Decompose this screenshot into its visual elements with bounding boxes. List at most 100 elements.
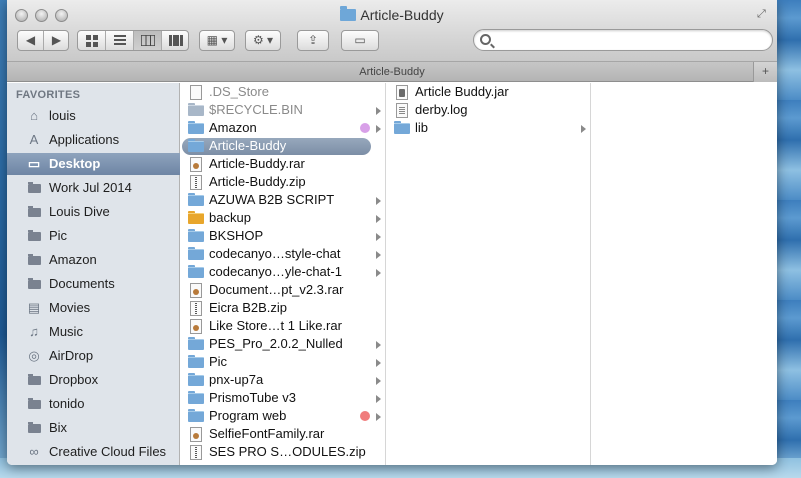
file-row[interactable]: PES_Pro_2.0.2_Nulled [181, 335, 386, 353]
folder-icon [188, 265, 204, 278]
add-tab-button[interactable]: + [753, 62, 777, 82]
disclosure-arrow-icon [376, 251, 381, 259]
sidebar-item[interactable]: ⌂ louis [7, 105, 180, 127]
folder-shape [28, 206, 41, 217]
file-row[interactable]: Eicra B2B.zip [181, 299, 386, 317]
arrange-button[interactable]: ▦ ▾ [199, 30, 235, 51]
columns-icon [139, 34, 156, 47]
sidebar-item[interactable]: ▤ Movies [7, 297, 180, 319]
file-row[interactable]: Pic [181, 353, 386, 371]
file-row[interactable]: PrismoTube v3 [181, 389, 386, 407]
forward-button[interactable]: ▶ [44, 31, 69, 50]
fullscreen-icon[interactable]: ⤢ [757, 8, 769, 20]
file-name: Eicra B2B.zip [209, 300, 288, 315]
sidebar-item-label: Work Jul 2014 [49, 180, 132, 195]
sidebar-item-label: Desktop [49, 156, 101, 171]
file-row[interactable]: lib [387, 119, 591, 137]
sidebar-item-label: AirDrop [49, 348, 94, 363]
folder-icon [26, 204, 42, 220]
sidebar-item[interactable]: Louis Dive [7, 201, 180, 223]
back-button[interactable]: ◀ [18, 31, 44, 50]
share-button[interactable]: ⇪ [297, 30, 329, 51]
sidebar-item[interactable]: Bix [7, 417, 180, 439]
zip-icon [190, 301, 202, 316]
sidebar-item[interactable]: tonido [7, 393, 180, 415]
folder-icon [340, 6, 357, 21]
file-row[interactable]: Like Store…t 1 Like.rar [181, 317, 386, 335]
file-row[interactable]: Article-Buddy.zip [181, 173, 386, 191]
list-view-button[interactable] [106, 31, 134, 50]
file-name: Program web [209, 408, 287, 423]
sidebar-item[interactable]: Work Jul 2014 [7, 177, 180, 199]
grid-icon [85, 35, 98, 47]
coverflow-view-button[interactable] [162, 31, 189, 50]
folder-icon [188, 373, 204, 386]
file-row[interactable]: pnx-up7a [181, 371, 386, 389]
file-row[interactable]: AZUWA B2B SCRIPT [181, 191, 386, 209]
file-row[interactable]: $RECYCLE.BIN [181, 101, 386, 119]
color-tag-icon [360, 123, 370, 133]
column-article-buddy: Article Buddy.jar derby.log lib [387, 83, 591, 465]
music-icon: ♫ [29, 324, 39, 339]
icon-view-button[interactable] [78, 31, 106, 50]
file-name: derby.log [415, 102, 468, 117]
sidebar-item-label: Dropbox [49, 372, 99, 387]
sidebar-item[interactable]: Dropbox [7, 369, 180, 391]
file-row[interactable]: Amazon [181, 119, 386, 137]
file-row[interactable]: Article Buddy.jar [387, 83, 591, 101]
folder-shape [28, 278, 41, 289]
file-row[interactable]: Article-Buddy.rar [181, 155, 386, 173]
desktop-icon: ▭ [27, 156, 41, 171]
disclosure-arrow-icon [376, 377, 381, 385]
sidebar-item-label: Music [49, 324, 83, 339]
file-name: Document…pt_v2.3.rar [209, 282, 344, 297]
sidebar-item[interactable]: A Applications [7, 129, 180, 151]
sidebar-item[interactable]: ◎ AirDrop [7, 345, 180, 367]
file-row[interactable]: Program web [181, 407, 386, 425]
file-name: lib [415, 120, 429, 135]
column-view-button[interactable] [134, 31, 162, 50]
sidebar-item[interactable]: ∞ Creative Cloud Files [7, 441, 180, 463]
file-row[interactable]: codecanyo…yle-chat-1 [181, 263, 386, 281]
file-row[interactable]: SES PRO S…ODULES.zip [181, 443, 386, 461]
disclosure-arrow-icon [376, 197, 381, 205]
sidebar-item[interactable]: Amazon [7, 249, 180, 271]
action-button[interactable]: ⚙ ▾ [245, 30, 281, 51]
sidebar-item-label: Creative Cloud Files [49, 444, 167, 459]
creative-cloud-icon: ∞ [29, 444, 39, 459]
disclosure-arrow-icon [376, 395, 381, 403]
folder-icon [188, 391, 204, 404]
sidebar-item-label: Bix [49, 420, 68, 435]
favorites-header: FAVORITES [16, 89, 81, 101]
file-name: AZUWA B2B SCRIPT [209, 192, 335, 207]
search-input[interactable] [496, 32, 766, 48]
disclosure-arrow-icon [376, 233, 381, 241]
sidebar-item-label: Amazon [49, 252, 97, 267]
jar-icon [396, 85, 408, 100]
file-row[interactable]: backup [181, 209, 386, 227]
sidebar-item-label: louis [49, 108, 76, 123]
file-name: SelfieFontFamily.rar [209, 426, 325, 441]
file-row[interactable]: .DS_Store [181, 83, 386, 101]
tag-button[interactable]: ▭ [341, 30, 379, 51]
file-name: BKSHOP [209, 228, 264, 243]
sidebar-item-label: Movies [49, 300, 91, 315]
file-row[interactable]: derby.log [387, 101, 591, 119]
sidebar-item[interactable]: ▭ Desktop [7, 153, 180, 175]
sidebar-item[interactable]: Pic [7, 225, 180, 247]
folder-icon [188, 229, 204, 242]
file-row[interactable]: Document…pt_v2.3.rar [181, 281, 386, 299]
file-row[interactable]: SelfieFontFamily.rar [181, 425, 386, 443]
sidebar-item-label: Applications [49, 132, 120, 147]
sidebar-item[interactable]: Documents [7, 273, 180, 295]
search-field[interactable] [473, 29, 773, 51]
folder-icon [394, 121, 410, 134]
file-row[interactable]: Article-Buddy [181, 137, 386, 155]
file-row[interactable]: codecanyo…style-chat [181, 245, 386, 263]
file-row[interactable]: BKSHOP [181, 227, 386, 245]
sidebar-item-label: Pic [49, 228, 68, 243]
folder-icon [188, 247, 204, 260]
folder-icon [188, 409, 204, 422]
sidebar-item[interactable]: ♫ Music [7, 321, 180, 343]
file-name: SES PRO S…ODULES.zip [209, 444, 366, 459]
